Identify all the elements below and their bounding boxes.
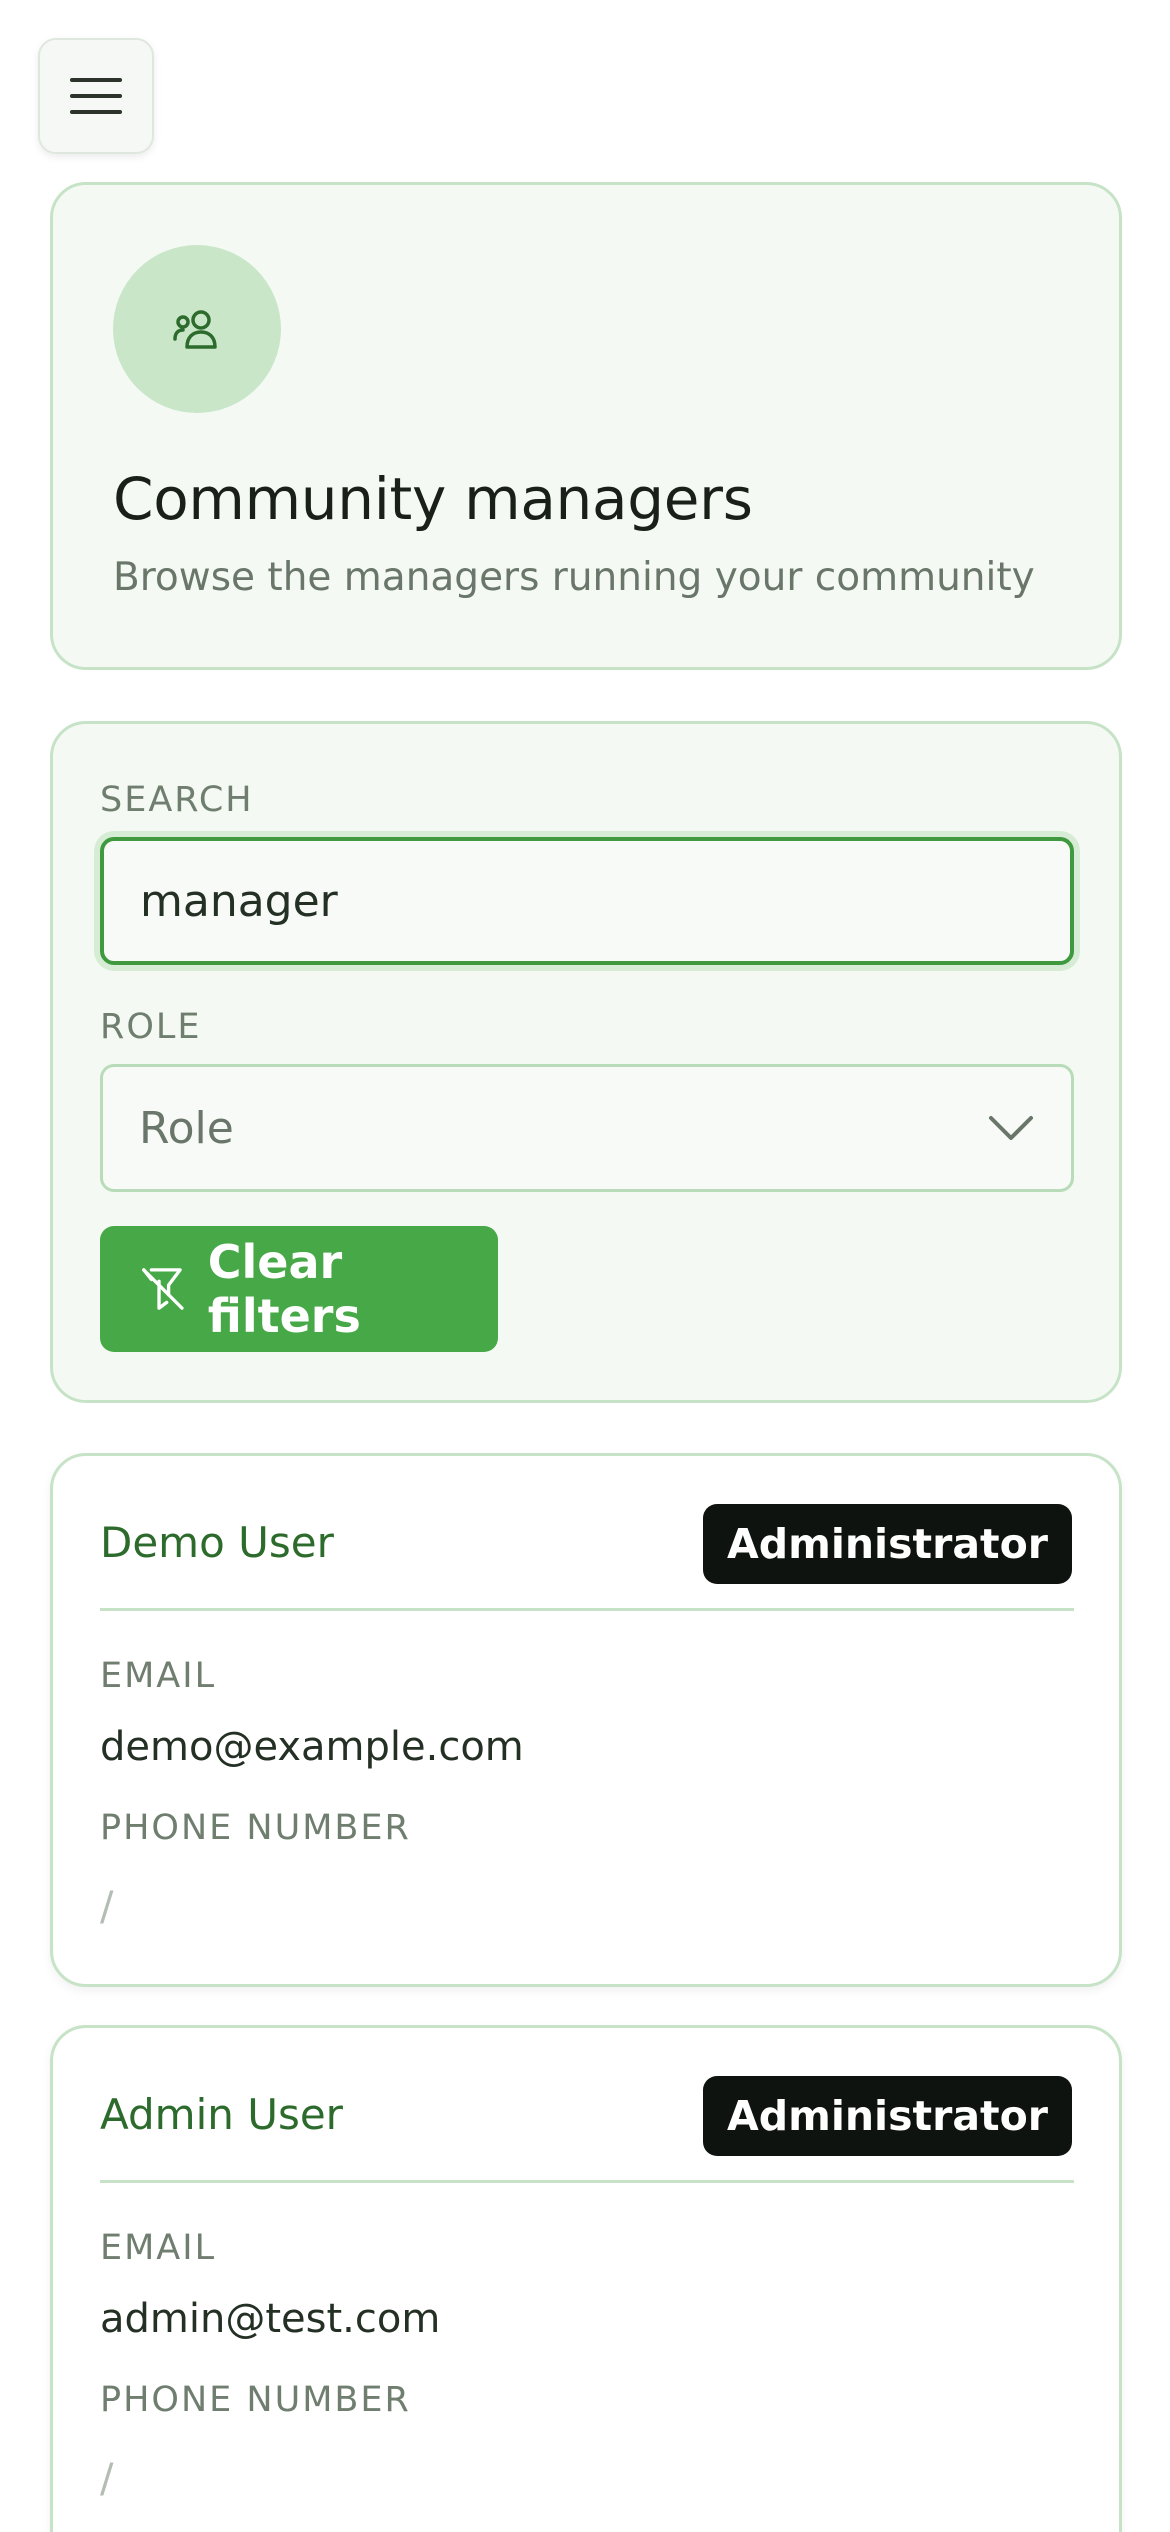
email-value: admin@test.com: [100, 2296, 441, 2342]
phone-value: /: [100, 1884, 114, 1930]
role-select-value: Role: [139, 1102, 234, 1154]
page-subtitle: Browse the managers running your communi…: [113, 555, 1035, 600]
role-badge: Administrator: [703, 2076, 1072, 2156]
menu-button[interactable]: [38, 38, 154, 154]
page: Community managers Browse the managers r…: [0, 0, 1170, 2532]
user-card: Demo User Administrator EMAIL demo@examp…: [50, 1453, 1122, 1987]
role-select[interactable]: Role: [100, 1064, 1074, 1192]
email-label: EMAIL: [100, 2228, 217, 2268]
users-icon: [173, 310, 217, 349]
search-label: SEARCH: [100, 780, 254, 820]
role-label: ROLE: [100, 1007, 202, 1047]
user-card: Admin User Administrator EMAIL admin@tes…: [50, 2025, 1122, 2532]
clear-filters-label: Clear filters: [207, 1235, 361, 1343]
filter-off-icon: [142, 1268, 184, 1310]
email-label: EMAIL: [100, 1656, 217, 1696]
role-badge: Administrator: [703, 1504, 1072, 1584]
user-name[interactable]: Admin User: [100, 2090, 343, 2139]
email-value: demo@example.com: [100, 1724, 524, 1770]
divider: [100, 2180, 1074, 2183]
clear-filters-button[interactable]: Clear filters: [100, 1226, 498, 1352]
community-avatar: [113, 245, 281, 413]
search-input[interactable]: [100, 837, 1074, 965]
phone-label: PHONE NUMBER: [100, 1808, 411, 1848]
page-title: Community managers: [113, 465, 753, 533]
divider: [100, 1608, 1074, 1611]
header-card: Community managers Browse the managers r…: [50, 182, 1122, 670]
filters-card: SEARCH ROLE Role Clear filters: [50, 721, 1122, 1403]
user-name[interactable]: Demo User: [100, 1518, 334, 1567]
menu-icon: [70, 78, 122, 114]
phone-value: /: [100, 2456, 114, 2502]
phone-label: PHONE NUMBER: [100, 2380, 411, 2420]
chevron-down-icon: [989, 1116, 1033, 1140]
